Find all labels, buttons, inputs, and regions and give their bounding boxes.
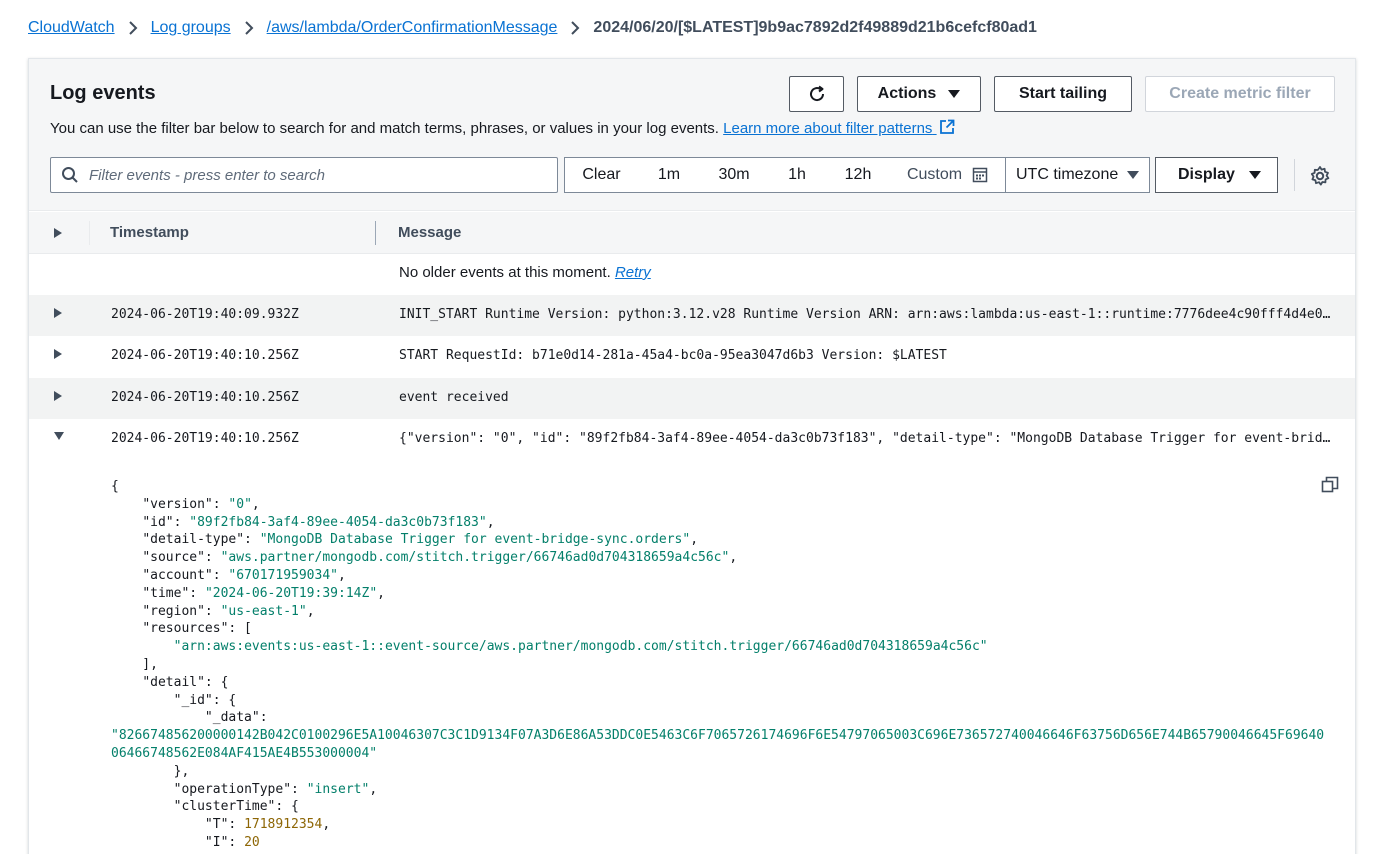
- chevron-right-icon: [557, 20, 593, 36]
- time-12h-button[interactable]: 12h: [826, 158, 890, 192]
- event-json-detail: { "version": "0", "id": "89f2fb84-3af4-8…: [111, 479, 1325, 854]
- row-message: event received: [399, 390, 509, 405]
- timezone-select[interactable]: UTC timezone: [1005, 157, 1150, 193]
- start-tailing-button[interactable]: Start tailing: [994, 76, 1132, 112]
- row-message: {"version": "0", "id": "89f2fb84-3af4-89…: [399, 431, 1337, 446]
- table-row[interactable]: 2024-06-20T19:40:09.932Z INIT_START Runt…: [29, 295, 1355, 336]
- json-detail-type: MongoDB Database Trigger for event-bridg…: [267, 532, 683, 548]
- table-row[interactable]: 2024-06-20T19:40:10.256Z START RequestId…: [29, 336, 1355, 377]
- display-label: Display: [1178, 166, 1235, 183]
- row-timestamp: 2024-06-20T19:40:09.932Z: [111, 307, 299, 322]
- expand-row-icon[interactable]: [53, 390, 63, 402]
- calendar-icon: [972, 167, 988, 183]
- log-table-header: Timestamp Message: [29, 212, 1355, 254]
- chevron-right-icon: [231, 20, 267, 36]
- time-1h-button[interactable]: 1h: [768, 158, 826, 192]
- description-text: You can use the filter bar below to sear…: [50, 120, 719, 137]
- custom-time-button[interactable]: Custom: [890, 158, 1005, 192]
- settings-gear-icon[interactable]: [1309, 165, 1331, 187]
- actions-button[interactable]: Actions: [857, 76, 981, 112]
- row-message: INIT_START Runtime Version: python:3.12.…: [399, 307, 1337, 322]
- expand-all-icon[interactable]: [53, 227, 63, 239]
- retry-link[interactable]: Retry: [615, 264, 651, 281]
- toolbar-divider: [1294, 159, 1295, 191]
- display-button[interactable]: Display: [1155, 157, 1278, 193]
- json-version: 0: [236, 496, 245, 512]
- breadcrumb: CloudWatch Log groups /aws/lambda/OrderC…: [28, 16, 1037, 40]
- create-metric-filter-label: Create metric filter: [1169, 85, 1311, 102]
- json-data-line2: 06466748562E084AF415AE4B553000004": [111, 745, 378, 761]
- filter-events-field[interactable]: [50, 157, 558, 193]
- row-timestamp: 2024-06-20T19:40:10.256Z: [111, 348, 299, 363]
- actions-label: Actions: [877, 85, 937, 102]
- row-timestamp: 2024-06-20T19:40:10.256Z: [111, 431, 299, 446]
- learn-more-link[interactable]: Learn more about filter patterns: [723, 119, 955, 137]
- caret-down-icon: [1249, 171, 1261, 179]
- timezone-value: UTC timezone: [1016, 166, 1119, 183]
- timestamp-column-header[interactable]: Timestamp: [110, 224, 189, 241]
- search-icon: [62, 167, 78, 183]
- chevron-right-icon: [115, 20, 151, 36]
- panel-description: You can use the filter bar below to sear…: [50, 119, 955, 137]
- column-resizer[interactable]: [375, 221, 376, 245]
- no-older-text: No older events at this moment.: [399, 264, 611, 281]
- time-30m-button[interactable]: 30m: [700, 158, 768, 192]
- json-operation-type: insert: [314, 781, 362, 797]
- time-range-selector: Clear 1m 30m 1h 12h Custom: [564, 157, 1006, 193]
- breadcrumb-cloudwatch[interactable]: CloudWatch: [28, 19, 115, 37]
- message-column-header[interactable]: Message: [398, 224, 461, 241]
- page-title: Log events: [50, 82, 156, 104]
- json-resource: arn:aws:events:us-east-1::event-source/a…: [181, 639, 980, 655]
- column-divider: [89, 221, 90, 245]
- table-row-expanded[interactable]: 2024-06-20T19:40:10.256Z {"version": "0"…: [29, 419, 1355, 460]
- row-timestamp: 2024-06-20T19:40:10.256Z: [111, 390, 299, 405]
- row-message: START RequestId: b71e0d14-281a-45a4-bc0a…: [399, 348, 947, 363]
- refresh-icon: [809, 85, 824, 102]
- create-metric-filter-button[interactable]: Create metric filter: [1145, 76, 1335, 112]
- time-1m-button[interactable]: 1m: [638, 158, 700, 192]
- expand-row-icon[interactable]: [53, 307, 63, 319]
- json-id: 89f2fb84-3af4-89ee-4054-da3c0b73f183: [197, 514, 479, 530]
- json-data-line1: 826674856200000142B042C0100296E5A1004630…: [118, 728, 1325, 744]
- filter-events-input[interactable]: [89, 166, 529, 184]
- caret-down-icon: [948, 90, 961, 98]
- caret-down-icon: [1127, 171, 1139, 179]
- external-link-icon: [939, 119, 955, 134]
- json-source: aws.partner/mongodb.com/stitch.trigger/6…: [228, 550, 722, 566]
- json-cluster-t: 1718912354: [244, 817, 323, 833]
- json-time: 2024-06-20T19:39:14Z: [212, 585, 370, 601]
- json-account: 670171959034: [236, 567, 331, 583]
- no-older-events-message: No older events at this moment. Retry: [399, 264, 651, 281]
- refresh-button[interactable]: [789, 76, 844, 112]
- breadcrumb-current-stream: 2024/06/20/[$LATEST]9b9ac7892d2f49889d21…: [593, 19, 1037, 36]
- expand-row-icon[interactable]: [53, 348, 63, 360]
- json-region: us-east-1: [228, 603, 299, 619]
- clear-time-button[interactable]: Clear: [565, 158, 638, 192]
- start-tailing-label: Start tailing: [1018, 85, 1107, 102]
- collapse-row-icon[interactable]: [53, 431, 65, 441]
- panel-header: Log events Actions Start tailing Create …: [29, 59, 1355, 211]
- log-events-panel: Log events Actions Start tailing Create …: [28, 58, 1356, 854]
- custom-time-label: Custom: [906, 166, 963, 183]
- json-cluster-i: 20: [244, 834, 260, 850]
- learn-more-label: Learn more about filter patterns: [723, 120, 933, 137]
- table-row[interactable]: 2024-06-20T19:40:10.256Z event received: [29, 378, 1355, 419]
- breadcrumb-log-group[interactable]: /aws/lambda/OrderConfirmationMessage: [267, 19, 558, 37]
- breadcrumb-log-groups[interactable]: Log groups: [151, 19, 231, 37]
